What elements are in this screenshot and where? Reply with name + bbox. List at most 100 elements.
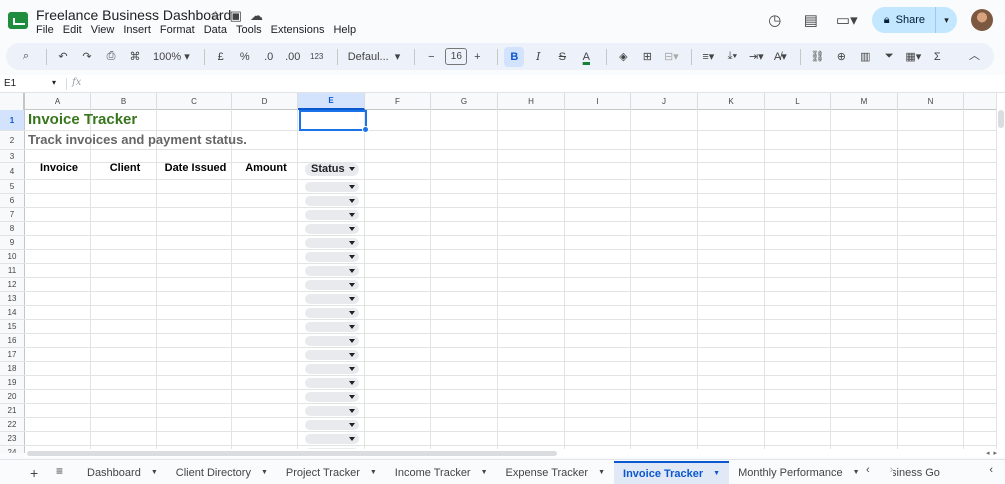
- tabs-scroll-right-icon[interactable]: ›: [890, 464, 894, 476]
- status-dropdown[interactable]: [305, 406, 359, 416]
- row-header-18[interactable]: 18: [0, 362, 25, 375]
- status-dropdown[interactable]: [305, 364, 359, 374]
- document-title[interactable]: Freelance Business Dashboard: [36, 7, 231, 23]
- column-header-f[interactable]: F: [365, 93, 431, 110]
- row-header-16[interactable]: 16: [0, 334, 25, 347]
- header-client[interactable]: Client: [92, 162, 158, 174]
- sheet-tab-income-tracker[interactable]: Income Tracker ▼: [386, 461, 497, 484]
- sheet-tab-menu-icon[interactable]: ▼: [598, 469, 605, 476]
- row-header-1[interactable]: 1: [0, 110, 25, 130]
- column-header-e[interactable]: E: [298, 93, 365, 110]
- sheet-tab-project-tracker[interactable]: Project Tracker ▼: [277, 461, 386, 484]
- italic-button[interactable]: I: [528, 47, 548, 67]
- undo-icon[interactable]: ↶: [53, 47, 73, 67]
- status-dropdown[interactable]: [305, 294, 359, 304]
- menu-file[interactable]: File: [36, 24, 54, 36]
- status-dropdown[interactable]: [305, 196, 359, 206]
- font-size-input[interactable]: 16: [445, 48, 468, 65]
- side-panel-toggle-icon[interactable]: ‹: [989, 464, 993, 476]
- sheet-title[interactable]: Invoice Tracker: [28, 111, 137, 128]
- increase-decimal-button[interactable]: .00: [283, 47, 303, 67]
- filter-icon[interactable]: ⏷: [879, 47, 899, 67]
- row-header-3[interactable]: 3: [0, 150, 25, 162]
- insert-link-icon[interactable]: ⛓: [807, 47, 827, 67]
- column-header-h[interactable]: H: [498, 93, 565, 110]
- column-header-m[interactable]: M: [831, 93, 898, 110]
- meet-icon[interactable]: ▭▾: [836, 9, 858, 31]
- header-invoice[interactable]: Invoice: [26, 162, 92, 174]
- paint-format-icon[interactable]: ⌘: [125, 47, 145, 67]
- vertical-scrollbar[interactable]: [996, 93, 1005, 453]
- scroll-left-icon[interactable]: ◂: [986, 449, 990, 457]
- row-header-5[interactable]: 5: [0, 180, 25, 193]
- row-header-12[interactable]: 12: [0, 278, 25, 291]
- menu-help[interactable]: Help: [333, 24, 356, 36]
- column-header-d[interactable]: D: [232, 93, 298, 110]
- status-dropdown[interactable]: [305, 182, 359, 192]
- text-wrapping-icon[interactable]: ⇥▾: [746, 47, 766, 67]
- status-dropdown[interactable]: [305, 210, 359, 220]
- column-header-b[interactable]: B: [91, 93, 157, 110]
- name-box-dropdown-icon[interactable]: ▾: [52, 78, 56, 87]
- status-dropdown[interactable]: [305, 308, 359, 318]
- sheet-tab-dashboard[interactable]: Dashboard ▼: [78, 461, 167, 484]
- sheet-tab-expense-tracker[interactable]: Expense Tracker ▼: [497, 461, 614, 484]
- status-dropdown[interactable]: [305, 252, 359, 262]
- row-header-14[interactable]: 14: [0, 306, 25, 319]
- column-header-n[interactable]: N: [898, 93, 964, 110]
- merge-cells-icon[interactable]: ⊟▾: [661, 47, 681, 67]
- sheet-tab-menu-icon[interactable]: ▼: [853, 469, 860, 476]
- menu-format[interactable]: Format: [160, 24, 195, 36]
- sheet-tab-menu-icon[interactable]: ▼: [151, 469, 158, 476]
- sheet-tab-monthly-performance[interactable]: Monthly Performance ▼: [729, 461, 868, 484]
- tabs-scroll-left-icon[interactable]: ‹: [866, 464, 870, 476]
- status-dropdown[interactable]: [305, 238, 359, 248]
- row-header-21[interactable]: 21: [0, 404, 25, 417]
- insert-comment-icon[interactable]: ⊕: [831, 47, 851, 67]
- star-icon[interactable]: ☆: [210, 8, 222, 24]
- search-menus-icon[interactable]: ⌕: [16, 47, 36, 67]
- row-header-22[interactable]: 22: [0, 418, 25, 431]
- menu-view[interactable]: View: [91, 24, 115, 36]
- row-header-15[interactable]: 15: [0, 320, 25, 333]
- horizontal-scrollbar[interactable]: ◂ ▸: [25, 449, 1005, 457]
- status-dropdown[interactable]: [305, 420, 359, 430]
- print-icon[interactable]: ⎙: [101, 47, 121, 67]
- menu-edit[interactable]: Edit: [63, 24, 82, 36]
- column-header-a[interactable]: A: [25, 93, 91, 110]
- status-dropdown[interactable]: [305, 322, 359, 332]
- menu-tools[interactable]: Tools: [236, 24, 262, 36]
- all-sheets-icon[interactable]: ≡: [56, 464, 63, 478]
- borders-icon[interactable]: ⊞: [637, 47, 657, 67]
- menu-data[interactable]: Data: [204, 24, 227, 36]
- vertical-scroll-thumb[interactable]: [998, 110, 1004, 128]
- text-color-button[interactable]: A: [576, 47, 596, 67]
- status-dropdown[interactable]: [305, 378, 359, 388]
- sheet-subtitle[interactable]: Track invoices and payment status.: [28, 132, 247, 147]
- select-all-corner[interactable]: [0, 93, 25, 110]
- cloud-status-icon[interactable]: ☁: [250, 8, 263, 24]
- percent-format-button[interactable]: %: [235, 47, 255, 67]
- collapse-toolbar-icon[interactable]: ︿: [969, 47, 980, 63]
- share-button[interactable]: 🔒︎ Share: [872, 7, 935, 33]
- row-header-11[interactable]: 11: [0, 264, 25, 277]
- sheet-tab-menu-icon[interactable]: ▼: [481, 469, 488, 476]
- row-header-8[interactable]: 8: [0, 222, 25, 235]
- sheet-tab-client-directory[interactable]: Client Directory ▼: [167, 461, 277, 484]
- font-select[interactable]: Defaul... ▾: [344, 47, 405, 67]
- header-status-dropdown[interactable]: Status: [305, 163, 359, 176]
- spreadsheet-grid[interactable]: ABCDEFGHIJKLMN 1 2 3 4 5 6 7 8 9 10 11 12 13 14 15 16 17…: [0, 93, 996, 453]
- horizontal-align-icon[interactable]: ≡▾: [698, 47, 718, 67]
- sheets-logo-icon[interactable]: [8, 12, 28, 29]
- row-header-7[interactable]: 7: [0, 208, 25, 221]
- filter-views-icon[interactable]: ▦▾: [903, 47, 923, 67]
- status-dropdown[interactable]: [305, 266, 359, 276]
- insert-chart-icon[interactable]: ▥: [855, 47, 875, 67]
- header-date-issued[interactable]: Date Issued: [158, 162, 233, 174]
- column-header-j[interactable]: J: [631, 93, 698, 110]
- column-header-c[interactable]: C: [157, 93, 232, 110]
- menu-extensions[interactable]: Extensions: [271, 24, 325, 36]
- redo-icon[interactable]: ↷: [77, 47, 97, 67]
- avatar[interactable]: [971, 9, 993, 31]
- share-dropdown-button[interactable]: ▾: [935, 7, 957, 33]
